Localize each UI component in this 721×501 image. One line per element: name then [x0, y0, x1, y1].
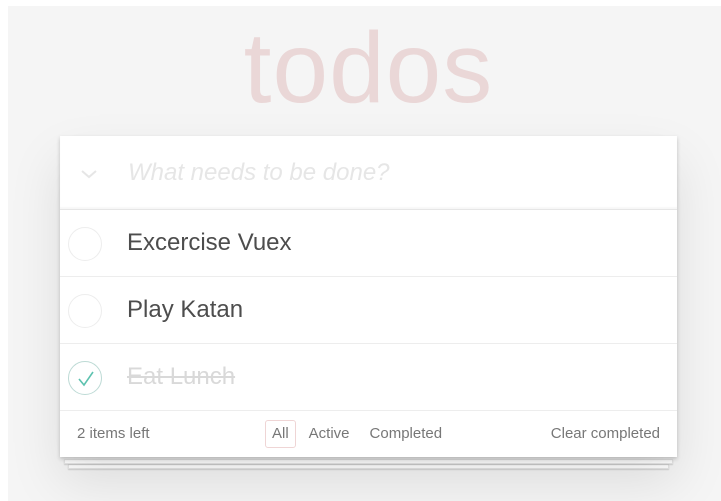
todo-item[interactable]: Play Katan [60, 277, 677, 344]
todo-list: Excercise Vuex Play Katan Eat Lunch [60, 210, 677, 411]
chevron-down-icon[interactable] [74, 159, 104, 189]
todo-toggle-checkbox[interactable] [68, 227, 102, 261]
filter-all[interactable]: All [265, 420, 296, 448]
filter-active[interactable]: Active [302, 420, 357, 448]
items-left-count: 2 items left [77, 425, 150, 442]
filter-completed[interactable]: Completed [363, 420, 450, 448]
app-title: todos [243, 12, 494, 124]
filter-tabs: All Active Completed [265, 420, 449, 448]
todo-header [60, 136, 677, 210]
clear-completed-button[interactable]: Clear completed [551, 425, 660, 442]
todo-toggle-checkbox[interactable] [68, 294, 102, 328]
todo-label[interactable]: Excercise Vuex [127, 229, 292, 257]
checkmark-icon [78, 371, 94, 387]
stack-shadow [68, 464, 669, 469]
todo-toggle-checkbox[interactable] [68, 361, 102, 395]
todo-item[interactable]: Excercise Vuex [60, 210, 677, 277]
todo-item[interactable]: Eat Lunch [60, 344, 677, 411]
todo-label[interactable]: Eat Lunch [127, 363, 235, 391]
todo-footer: 2 items left All Active Completed Clear … [60, 411, 677, 457]
todo-app: Excercise Vuex Play Katan Eat Lunch 2 it… [60, 136, 677, 457]
stack-shadow [64, 459, 673, 464]
todo-label[interactable]: Play Katan [127, 296, 243, 324]
new-todo-input[interactable] [120, 136, 670, 210]
